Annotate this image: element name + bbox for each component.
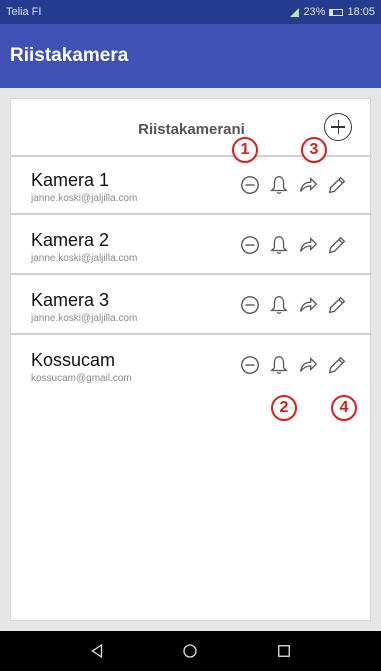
add-camera-button[interactable] xyxy=(324,113,352,141)
remove-icon[interactable] xyxy=(238,233,262,257)
remove-icon[interactable] xyxy=(238,293,262,317)
edit-icon[interactable] xyxy=(325,353,349,377)
home-icon[interactable] xyxy=(170,631,210,671)
camera-name: Kossucam xyxy=(31,350,116,370)
camera-row[interactable]: Kamera 3 janne.koski@jaljilla.com xyxy=(11,277,372,335)
share-icon[interactable] xyxy=(296,353,320,377)
status-right: 23% 18:05 xyxy=(288,6,375,18)
camera-row[interactable]: Kossucam kossucam@gmail.com xyxy=(11,337,372,395)
edit-icon[interactable] xyxy=(325,173,349,197)
camera-row[interactable]: Kamera 2 janne.koski@jaljilla.com xyxy=(11,217,372,275)
camera-email: kossucam@gmail.com xyxy=(31,373,132,384)
card-title: Riistakamerani xyxy=(138,121,245,138)
camera-email: janne.koski@jaljilla.com xyxy=(31,253,138,264)
edit-icon[interactable] xyxy=(325,233,349,257)
camera-name: Kamera 1 xyxy=(31,170,110,190)
row-actions xyxy=(238,233,349,257)
annotation-marker-3: 3 xyxy=(301,137,327,163)
row-actions xyxy=(238,293,349,317)
camera-list-card: Riistakamerani Kamera 1 janne.koski@jalj… xyxy=(10,98,372,621)
annotation-marker-1: 1 xyxy=(232,137,258,163)
battery-icon xyxy=(329,8,344,16)
app-bar: Riistakamera xyxy=(0,24,381,88)
camera-email: janne.koski@jaljilla.com xyxy=(31,193,138,204)
bell-icon[interactable] xyxy=(267,293,291,317)
row-actions xyxy=(238,353,349,377)
camera-name: Kamera 2 xyxy=(31,230,110,250)
share-icon[interactable] xyxy=(296,233,320,257)
share-icon[interactable] xyxy=(296,293,320,317)
carrier-label: Telia FI xyxy=(6,6,42,18)
app-title: Riistakamera xyxy=(10,45,129,66)
signal-icon xyxy=(288,7,300,17)
clock: 18:05 xyxy=(347,6,375,18)
camera-row[interactable]: Kamera 1 janne.koski@jaljilla.com xyxy=(11,157,372,215)
camera-email: janne.koski@jaljilla.com xyxy=(31,313,138,324)
system-nav-bar xyxy=(0,631,381,671)
recents-icon[interactable] xyxy=(264,631,304,671)
camera-name: Kamera 3 xyxy=(31,290,110,310)
bell-icon[interactable] xyxy=(267,233,291,257)
edit-icon[interactable] xyxy=(325,293,349,317)
bell-icon[interactable] xyxy=(267,173,291,197)
remove-icon[interactable] xyxy=(238,353,262,377)
back-icon[interactable] xyxy=(77,631,117,671)
remove-icon[interactable] xyxy=(238,173,262,197)
row-actions xyxy=(238,173,349,197)
share-icon[interactable] xyxy=(296,173,320,197)
annotation-marker-4: 4 xyxy=(331,395,357,421)
battery-percent: 23% xyxy=(303,6,326,18)
bell-icon[interactable] xyxy=(267,353,291,377)
status-bar: Telia FI 23% 18:05 xyxy=(0,0,381,24)
main-content: Riistakamerani Kamera 1 janne.koski@jalj… xyxy=(0,88,381,631)
annotation-marker-2: 2 xyxy=(271,395,297,421)
